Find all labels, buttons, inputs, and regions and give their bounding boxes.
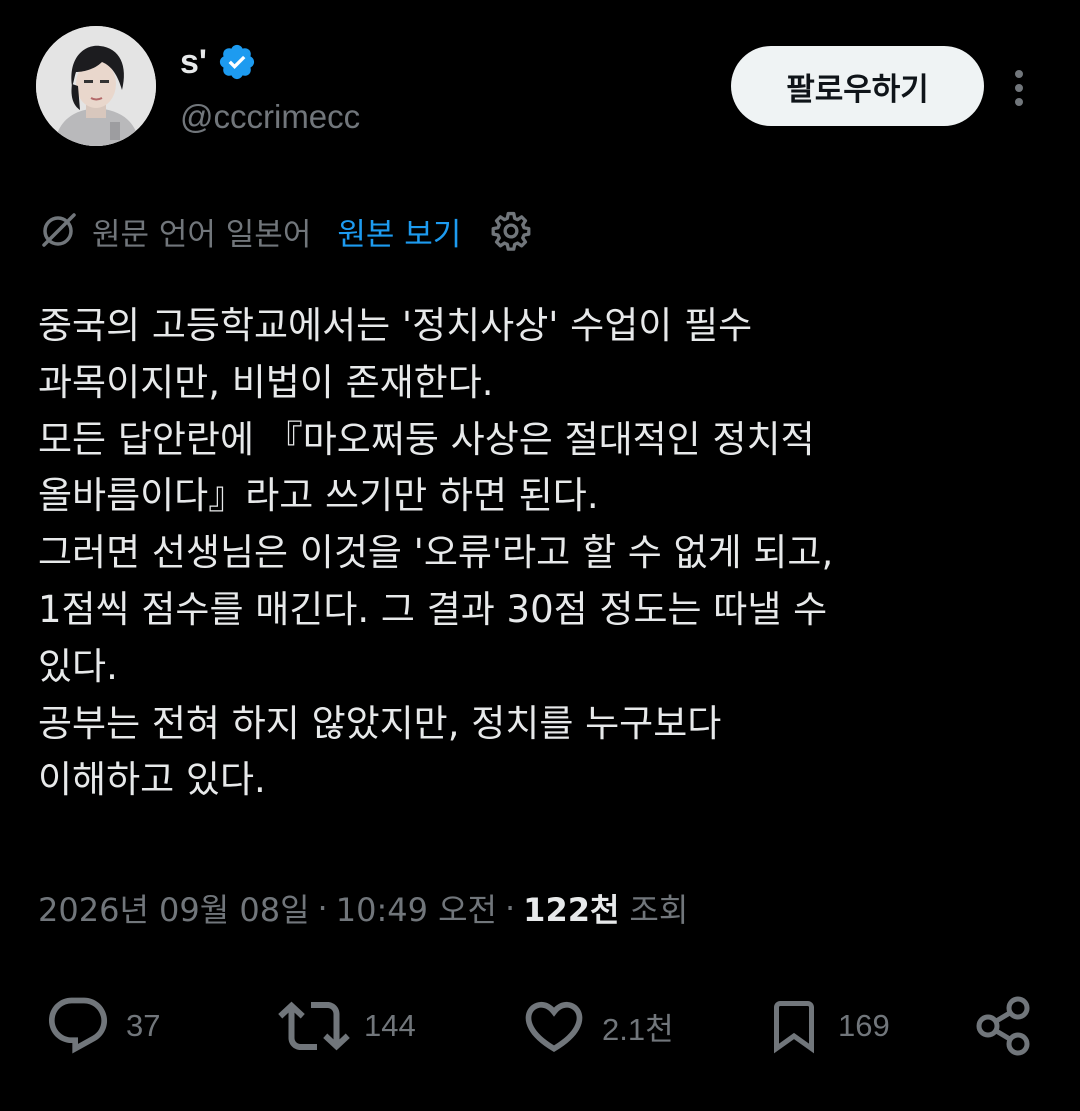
tweet-text-line: 과목이지만, 비법이 존재한다. [38,360,494,404]
retweet-button[interactable]: 144 [278,990,416,1062]
tweet-date[interactable]: 2026년 09월 08일 [38,885,310,931]
like-button[interactable]: 2.1천 [520,990,674,1062]
meta-separator: · [505,889,516,927]
tweet-meta: 2026년 09월 08일 · 10:49 오전 · 122천 조회 [38,880,688,936]
reply-count: 37 [126,1008,161,1043]
retweet-icon [278,1001,350,1051]
translation-bar: 원문 언어 일본어 원본 보기 [36,203,533,259]
profile-avatar [36,26,156,146]
tweet-text-line: 있다. [38,644,118,688]
tweet-text-line: 모든 답안란에 『마오쩌둥 사상은 절대적인 정치적 [38,417,815,461]
views-label: 조회 [629,891,689,929]
meta-separator: · [317,889,328,927]
reply-icon [48,997,108,1054]
share-icon [976,996,1030,1056]
reply-button[interactable]: 37 [44,990,160,1062]
like-count: 2.1천 [602,1011,674,1047]
show-original-link[interactable]: 원본 보기 [337,209,461,254]
tweet-text-line: 1점씩 점수를 매긴다. 그 결과 30점 정도는 따낼 수 [38,587,828,631]
display-name[interactable]: s' [180,45,207,79]
heart-icon [525,1001,583,1052]
retweet-count: 144 [364,1008,416,1043]
bookmark-icon [774,1001,814,1054]
tweet-text-line: 그러면 선생님은 이것을 '오류'라고 할 수 없게 되고, [38,531,834,575]
avatar[interactable] [36,26,156,146]
follow-button[interactable]: 팔로우하기 [731,46,984,126]
handle[interactable]: @cccrimecc [180,100,360,133]
translate-icon [42,213,76,247]
more-vertical-icon [1015,70,1023,106]
bookmark-button[interactable]: 169 [764,990,890,1062]
share-button[interactable] [972,990,1036,1062]
verified-badge-icon [219,44,255,80]
name-row: s' [180,40,257,84]
more-button[interactable] [1003,64,1035,112]
tweet-text-line: 중국의 고등학교에서는 '정치사상' 수업이 필수 [38,304,753,347]
translation-label: 원문 언어 일본어 [92,216,312,253]
gear-icon[interactable] [489,209,533,253]
bookmark-count: 169 [838,1008,890,1043]
tweet-time[interactable]: 10:49 오전 [336,885,497,931]
tweet-header: s' @cccrimecc 팔로우하기 [0,0,1080,170]
tweet-text-line: 이해하고 있다. [38,758,266,802]
tweet-text: 중국의 고등학교에서는 '정치사상' 수업이 필수 과목이지만, 비법이 존재한… [38,298,1048,809]
views-count[interactable]: 122천 [523,885,619,931]
tweet-text-line: 올바름이다』라고 쓰기만 하면 된다. [38,474,599,518]
tweet-text-line: 공부는 전혀 하지 않았지만, 정치를 누구보다 [38,701,722,745]
action-bar: 37 144 2.1천 169 [0,990,1080,1062]
